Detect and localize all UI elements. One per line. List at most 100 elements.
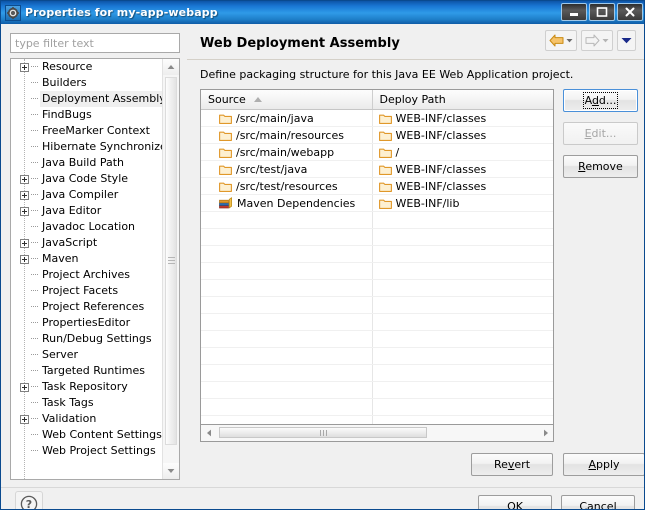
- scroll-down-icon[interactable]: [163, 463, 179, 479]
- folder-icon: [379, 130, 392, 141]
- cell-source: [201, 348, 373, 364]
- sidebar-item-resource[interactable]: Resource: [11, 59, 163, 75]
- sidebar-item-label: FindBugs: [40, 107, 94, 123]
- add-button[interactable]: Add...: [563, 89, 638, 112]
- sidebar-item-builders[interactable]: Builders: [11, 75, 163, 91]
- tree-expand-icon[interactable]: [20, 239, 29, 248]
- back-dropdown-icon[interactable]: [566, 38, 573, 43]
- sidebar-item-freemarker-context[interactable]: FreeMarker Context: [11, 123, 163, 139]
- tree-connector: [31, 146, 38, 148]
- table-row-empty: [201, 263, 553, 280]
- tree-connector: [31, 226, 38, 228]
- ok-button[interactable]: OK: [478, 495, 552, 510]
- maximize-icon[interactable]: [589, 3, 615, 21]
- sidebar-item-validation[interactable]: Validation: [11, 411, 163, 427]
- table-horizontal-scrollbar[interactable]: [200, 425, 554, 442]
- tree-expand-icon[interactable]: [20, 415, 29, 424]
- tree-connector: [31, 130, 38, 132]
- table-scrollbar-thumb[interactable]: [219, 427, 427, 438]
- filter-input[interactable]: [10, 33, 180, 53]
- page-description: Define packaging structure for this Java…: [200, 68, 573, 81]
- column-header-deploy-path[interactable]: Deploy Path: [373, 90, 553, 109]
- help-button[interactable]: ?: [15, 491, 43, 510]
- cell-source-label: /src/main/java: [236, 112, 314, 125]
- tree-indent-spacer: [20, 111, 29, 120]
- cell-deploy-path: /: [373, 144, 553, 160]
- table-row[interactable]: Maven Dependencies WEB-INF/lib: [201, 195, 553, 212]
- scroll-left-icon[interactable]: [201, 425, 216, 440]
- sidebar-item-label: Builders: [40, 75, 89, 91]
- sidebar-item-deployment-assembly[interactable]: Deployment Assembly: [11, 91, 163, 107]
- table-row-empty: [201, 382, 553, 399]
- apply-button[interactable]: Apply: [563, 453, 645, 476]
- scroll-up-icon[interactable]: [163, 59, 179, 75]
- folder-icon: [219, 164, 232, 175]
- tree-indent-spacer: [20, 351, 29, 360]
- page-menu-button[interactable]: [617, 30, 636, 51]
- cell-source: [201, 331, 373, 347]
- forward-arrow-icon: [585, 34, 600, 47]
- page-title: Web Deployment Assembly: [200, 36, 400, 51]
- back-button[interactable]: [545, 30, 577, 51]
- chevron-down-icon: [621, 37, 632, 44]
- tree-connector: [31, 210, 38, 212]
- sidebar-item-findbugs[interactable]: FindBugs: [11, 107, 163, 123]
- close-icon[interactable]: [617, 3, 643, 21]
- cell-deploy-path: [373, 365, 553, 381]
- cell-deploy-path: WEB-INF/lib: [373, 195, 553, 211]
- table-row-empty: [201, 229, 553, 246]
- sidebar-item-propertieseditor[interactable]: PropertiesEditor: [11, 315, 163, 331]
- button-label: Edit...: [585, 127, 617, 140]
- sidebar-item-label: Run/Debug Settings: [40, 331, 154, 347]
- column-header-source[interactable]: Source: [201, 90, 373, 109]
- table-row-empty: [201, 399, 553, 416]
- sidebar-item-web-project-settings[interactable]: Web Project Settings: [11, 443, 163, 459]
- forward-dropdown-icon[interactable]: [602, 38, 609, 43]
- table-row[interactable]: /src/main/javaWEB-INF/classes: [201, 110, 553, 127]
- sidebar-item-task-tags[interactable]: Task Tags: [11, 395, 163, 411]
- remove-button[interactable]: Remove: [563, 155, 638, 178]
- table-row-empty: [201, 280, 553, 297]
- sidebar-item-javadoc-location[interactable]: Javadoc Location: [11, 219, 163, 235]
- tree-scrollbar-thumb[interactable]: [165, 77, 177, 445]
- tree-expand-icon[interactable]: [20, 255, 29, 264]
- sidebar-item-project-archives[interactable]: Project Archives: [11, 267, 163, 283]
- tree-expand-icon[interactable]: [20, 383, 29, 392]
- sidebar-item-targeted-runtimes[interactable]: Targeted Runtimes: [11, 363, 163, 379]
- tree-expand-icon[interactable]: [20, 63, 29, 72]
- table-row[interactable]: /src/test/javaWEB-INF/classes: [201, 161, 553, 178]
- sidebar-item-run-debug-settings[interactable]: Run/Debug Settings: [11, 331, 163, 347]
- sidebar-item-java-code-style[interactable]: Java Code Style: [11, 171, 163, 187]
- table-row[interactable]: /src/main/webapp/: [201, 144, 553, 161]
- sidebar-item-java-editor[interactable]: Java Editor: [11, 203, 163, 219]
- sidebar-item-project-references[interactable]: Project References: [11, 299, 163, 315]
- sidebar-item-server[interactable]: Server: [11, 347, 163, 363]
- sidebar-item-java-build-path[interactable]: Java Build Path: [11, 155, 163, 171]
- forward-button[interactable]: [581, 30, 613, 51]
- tree-expand-icon[interactable]: [20, 175, 29, 184]
- revert-button[interactable]: Revert: [471, 453, 553, 476]
- cell-deploy-path-label: WEB-INF/lib: [396, 197, 460, 210]
- table-row[interactable]: /src/test/resourcesWEB-INF/classes: [201, 178, 553, 195]
- table-row[interactable]: /src/main/resourcesWEB-INF/classes: [201, 127, 553, 144]
- cell-deploy-path: [373, 246, 553, 262]
- tree-indent-spacer: [20, 79, 29, 88]
- sidebar-item-hibernate-synchronizer[interactable]: Hibernate Synchronizer: [11, 139, 163, 155]
- cancel-button[interactable]: Cancel: [561, 495, 635, 510]
- sidebar-item-java-compiler[interactable]: Java Compiler: [11, 187, 163, 203]
- minimize-icon[interactable]: [561, 3, 587, 21]
- tree-connector: [31, 418, 38, 420]
- sidebar-item-task-repository[interactable]: Task Repository: [11, 379, 163, 395]
- settings-tree[interactable]: ResourceBuildersDeployment AssemblyFindB…: [11, 59, 163, 479]
- table-row-empty: [201, 365, 553, 382]
- sidebar-item-project-facets[interactable]: Project Facets: [11, 283, 163, 299]
- tree-expand-icon[interactable]: [20, 191, 29, 200]
- tree-vertical-scrollbar[interactable]: [162, 59, 179, 479]
- sidebar-item-maven[interactable]: Maven: [11, 251, 163, 267]
- tree-expand-icon[interactable]: [20, 207, 29, 216]
- sidebar-item-javascript[interactable]: JavaScript: [11, 235, 163, 251]
- sidebar-item-web-content-settings[interactable]: Web Content Settings: [11, 427, 163, 443]
- scroll-right-icon[interactable]: [538, 425, 553, 440]
- cell-source-label: Maven Dependencies: [237, 197, 355, 210]
- cell-deploy-path: [373, 297, 553, 313]
